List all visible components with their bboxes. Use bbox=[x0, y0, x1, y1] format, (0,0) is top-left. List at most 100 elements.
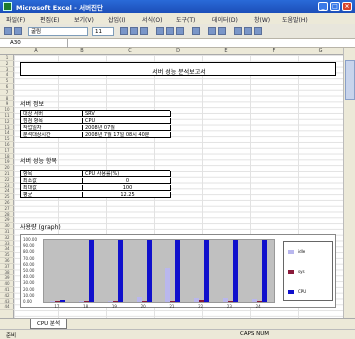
borders-icon[interactable] bbox=[234, 27, 242, 35]
row-header[interactable]: 44 bbox=[0, 304, 14, 311]
cpu-chart[interactable]: idle sys CPU 100.00 90.00 80.00 70.00 60.00 50.… bbox=[20, 234, 336, 309]
perf-table: 항목 CPU 사용률(%) 최소값 0 최대값 100 평균 12.25 bbox=[20, 170, 171, 198]
x-tick-label: 23 bbox=[226, 304, 232, 309]
table-cell[interactable]: 평균 bbox=[21, 192, 83, 198]
font-size-select[interactable]: 11 bbox=[92, 27, 114, 36]
currency-icon[interactable] bbox=[208, 27, 216, 35]
table-cell[interactable]: 2008년 7월 17일 08시 40분 bbox=[83, 132, 171, 138]
status-ready: 준비 bbox=[6, 333, 17, 339]
table-cell[interactable]: CPU bbox=[83, 118, 171, 124]
y-tick-label: 50.00 bbox=[23, 268, 35, 273]
chart-bar bbox=[227, 301, 233, 302]
chart-bar bbox=[89, 240, 95, 302]
sheet-tab-bar: CPU 분석 bbox=[0, 318, 355, 329]
menu-format[interactable]: 서식(O) bbox=[142, 15, 162, 24]
chart-bar bbox=[170, 300, 176, 302]
sheet-tab-cpu[interactable]: CPU 분석 bbox=[30, 319, 68, 329]
menu-data[interactable]: 데이터(D) bbox=[212, 15, 238, 24]
chart-bar bbox=[84, 301, 90, 302]
font-color-icon[interactable] bbox=[254, 27, 262, 35]
underline-icon[interactable] bbox=[140, 27, 148, 35]
minimize-button[interactable]: _ bbox=[318, 2, 328, 11]
table-cell[interactable]: 대상 서버 bbox=[21, 111, 83, 117]
column-header-g[interactable]: G bbox=[298, 48, 343, 54]
x-tick-label: 21 bbox=[169, 304, 175, 309]
new-icon[interactable] bbox=[4, 27, 12, 35]
table-cell[interactable]: 0 bbox=[83, 178, 171, 184]
menu-tools[interactable]: 도구(T) bbox=[176, 15, 195, 24]
vertical-scrollbar[interactable] bbox=[343, 48, 355, 318]
column-header-d[interactable]: D bbox=[154, 48, 202, 54]
align-right-icon[interactable] bbox=[176, 27, 184, 35]
menu-file[interactable]: 파일(F) bbox=[6, 15, 25, 24]
status-indicators: CAPS NUM bbox=[240, 331, 270, 337]
table-row: 분석대상시간 2008년 7월 17일 08시 40분 bbox=[21, 132, 171, 138]
close-button[interactable]: × bbox=[342, 2, 352, 11]
table-cell[interactable]: 최소값 bbox=[21, 178, 83, 184]
maximize-button[interactable]: □ bbox=[330, 2, 340, 11]
y-tick-label: 40.00 bbox=[23, 274, 35, 280]
title-bar: Microsoft Excel - 서버진단 _ □ × bbox=[0, 0, 355, 13]
report-title-box[interactable]: 서버 성능 분석보고서 bbox=[20, 62, 336, 76]
chart-bar bbox=[232, 240, 238, 302]
align-center-icon[interactable] bbox=[166, 27, 174, 35]
table-cell[interactable]: CPU 사용률(%) bbox=[83, 171, 171, 177]
align-left-icon[interactable] bbox=[156, 27, 164, 35]
chart-plot-area bbox=[43, 239, 275, 303]
column-headers: A B C D E F G bbox=[0, 48, 355, 55]
menu-insert[interactable]: 삽입(I) bbox=[108, 15, 126, 24]
x-tick-label: 19 bbox=[111, 304, 117, 309]
menu-view[interactable]: 보기(V) bbox=[74, 15, 94, 24]
scroll-thumb[interactable] bbox=[345, 60, 355, 100]
x-tick-label: 22 bbox=[198, 304, 204, 309]
chart-section-label: 사용량 (graph) bbox=[20, 224, 61, 231]
table-cell[interactable]: 분석대상시간 bbox=[21, 132, 83, 138]
chart-bar bbox=[117, 240, 123, 302]
save-icon[interactable] bbox=[14, 27, 22, 35]
table-row: 점검 항목 CPU bbox=[21, 118, 171, 124]
table-cell[interactable]: 2008년 07월 bbox=[83, 125, 171, 131]
fill-color-icon[interactable] bbox=[244, 27, 252, 35]
column-header-c[interactable]: C bbox=[106, 48, 154, 54]
column-header-b[interactable]: B bbox=[58, 48, 106, 54]
chart-bar bbox=[256, 301, 262, 302]
chart-bar bbox=[146, 240, 152, 302]
chart-bar bbox=[204, 240, 210, 302]
menu-edit[interactable]: 편집(E) bbox=[40, 15, 60, 24]
menu-window[interactable]: 창(W) bbox=[254, 15, 270, 24]
column-header-e[interactable]: E bbox=[202, 48, 250, 54]
x-tick-label: 20 bbox=[140, 304, 146, 309]
table-cell[interactable]: 100 bbox=[83, 185, 171, 191]
x-tick-label: 18 bbox=[83, 304, 89, 309]
table-cell[interactable]: 작업일자 bbox=[21, 125, 83, 131]
x-tick-label: 24 bbox=[255, 304, 261, 309]
chart-bar bbox=[261, 240, 267, 302]
table-cell[interactable]: 12.25 bbox=[83, 192, 171, 198]
name-box[interactable]: A30 bbox=[8, 39, 68, 48]
excel-window: Microsoft Excel - 서버진단 _ □ × 파일(F) 편집(E)… bbox=[0, 0, 355, 339]
legend-swatch bbox=[288, 290, 294, 294]
table-cell[interactable]: SRV bbox=[83, 111, 171, 117]
y-tick-label: 0.00 bbox=[23, 299, 32, 304]
table-row: 대상 서버 SRV bbox=[21, 111, 171, 117]
chart-bar bbox=[165, 267, 171, 302]
table-row: 작업일자 2008년 07월 bbox=[21, 125, 171, 131]
percent-icon[interactable] bbox=[218, 27, 226, 35]
merge-icon[interactable] bbox=[192, 27, 200, 35]
y-tick-label: 10.00 bbox=[23, 292, 35, 298]
legend-label: sys bbox=[298, 269, 305, 274]
column-header-a[interactable]: A bbox=[14, 48, 58, 54]
italic-icon[interactable] bbox=[130, 27, 138, 35]
font-select[interactable]: 굴림 bbox=[28, 27, 88, 36]
bold-icon[interactable] bbox=[120, 27, 128, 35]
legend-label: CPU bbox=[298, 289, 307, 294]
table-cell[interactable]: 항목 bbox=[21, 171, 83, 177]
chart-bar bbox=[55, 301, 61, 302]
y-tick-label: 80.00 bbox=[23, 249, 35, 255]
table-cell[interactable]: 최대값 bbox=[21, 185, 83, 191]
legend-label: idle bbox=[298, 249, 306, 254]
menu-help[interactable]: 도움말(H) bbox=[282, 15, 308, 24]
table-cell[interactable]: 점검 항목 bbox=[21, 118, 83, 124]
chart-bar bbox=[112, 301, 118, 302]
column-header-f[interactable]: F bbox=[250, 48, 298, 54]
